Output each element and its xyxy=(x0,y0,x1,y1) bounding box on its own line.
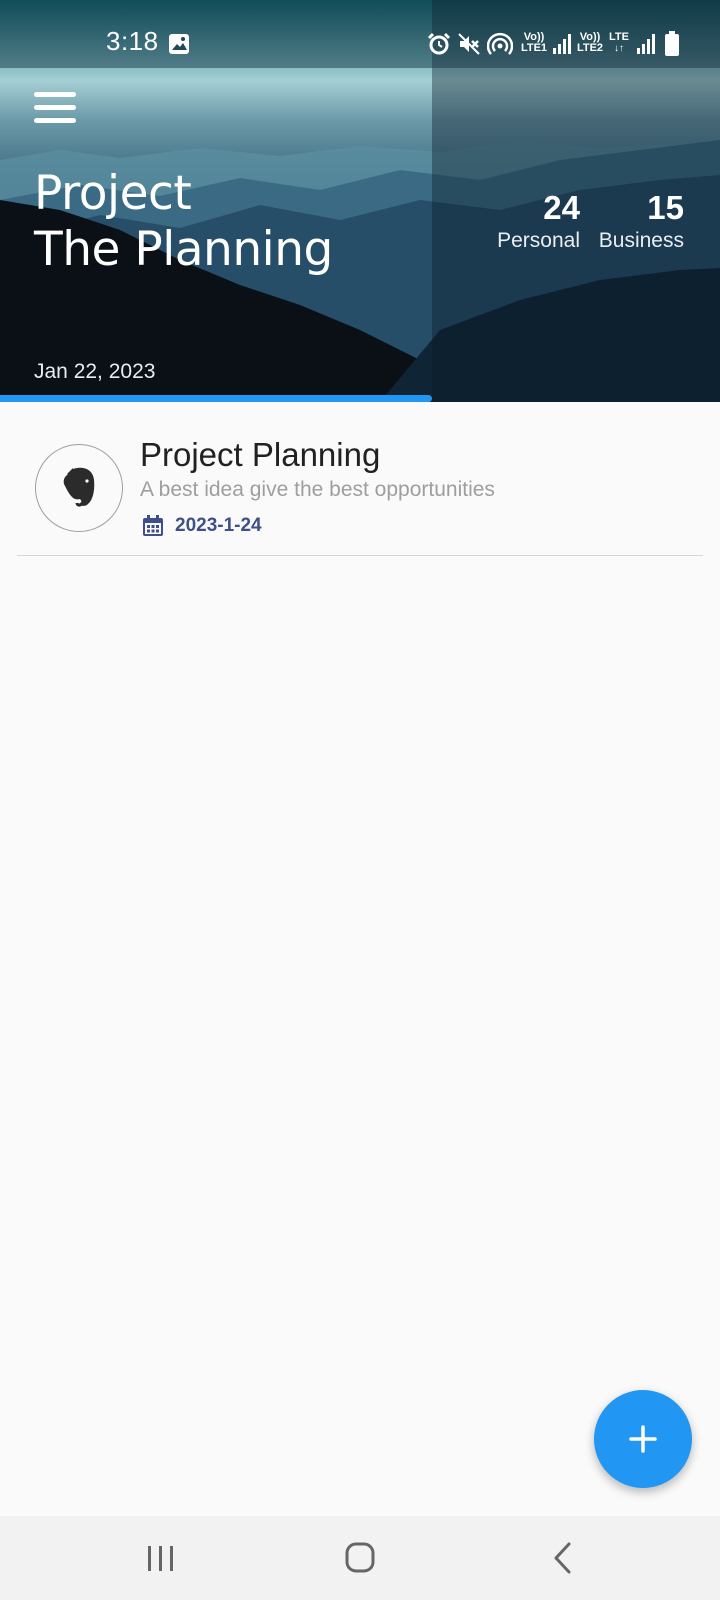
image-icon xyxy=(169,34,189,54)
header-date: Jan 22, 2023 xyxy=(34,360,156,383)
menu-icon[interactable] xyxy=(34,90,76,126)
add-task-button[interactable] xyxy=(594,1390,692,1488)
mute-icon xyxy=(458,33,480,55)
stat-business-label: Business xyxy=(598,229,684,252)
evernote-elephant-icon xyxy=(63,467,95,507)
recent-apps-icon xyxy=(148,1546,173,1571)
stat-business: 15 Business xyxy=(594,190,684,256)
battery-icon xyxy=(665,31,679,56)
status-bar: 3:18 Vo)) LTE1 Vo)) LTE2 LTE ↓↑ xyxy=(0,0,720,68)
signal-icon xyxy=(553,34,571,54)
task-avatar xyxy=(35,444,123,532)
task-title: Project Planning xyxy=(140,436,381,473)
back-button[interactable] xyxy=(533,1536,593,1580)
stat-business-value: 15 xyxy=(647,189,684,226)
network-type-label: LTE ↓↑ xyxy=(609,31,629,55)
task-date: 2023-1-24 xyxy=(175,515,262,536)
page-title-line1: Project xyxy=(34,166,192,221)
task-subtitle: A best idea give the best opportunities xyxy=(140,478,495,501)
recent-apps-button[interactable] xyxy=(131,1536,191,1580)
list-item[interactable]: Project Planning A best idea give the be… xyxy=(17,430,703,556)
status-time: 3:18 xyxy=(106,26,159,56)
alarm-icon xyxy=(427,32,451,55)
home-button[interactable] xyxy=(330,1536,390,1580)
stat-personal: 24 Personal xyxy=(492,190,580,256)
progress-bar xyxy=(0,395,720,402)
header-banner: 3:18 Vo)) LTE1 Vo)) LTE2 LTE ↓↑ Project … xyxy=(0,0,720,402)
system-nav-bar xyxy=(0,1516,720,1600)
progress-bar-fill xyxy=(0,395,432,402)
hotspot-icon xyxy=(487,32,513,55)
page-title-line2: The Planning xyxy=(34,222,333,277)
plus-icon xyxy=(629,1425,657,1453)
page-title: Project The Planning xyxy=(34,166,333,278)
home-icon xyxy=(345,1542,375,1573)
signal-icon xyxy=(637,34,655,54)
calendar-icon xyxy=(143,515,163,536)
sim2-volte-label: Vo)) LTE2 xyxy=(576,31,604,54)
stat-personal-value: 24 xyxy=(543,189,580,226)
back-icon xyxy=(554,1542,571,1574)
sim1-volte-label: Vo)) LTE1 xyxy=(520,31,548,54)
stat-personal-label: Personal xyxy=(497,229,580,252)
